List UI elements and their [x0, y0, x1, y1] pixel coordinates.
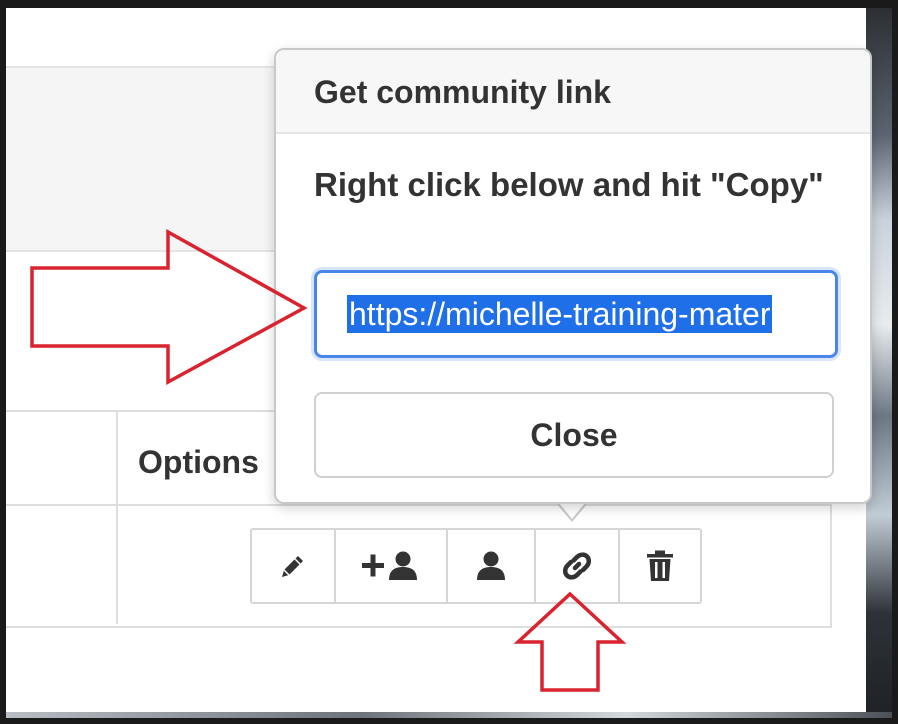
annotation-overlay	[30, 229, 627, 692]
right-arrow-annotation	[30, 229, 308, 385]
up-arrow-annotation	[513, 591, 627, 692]
